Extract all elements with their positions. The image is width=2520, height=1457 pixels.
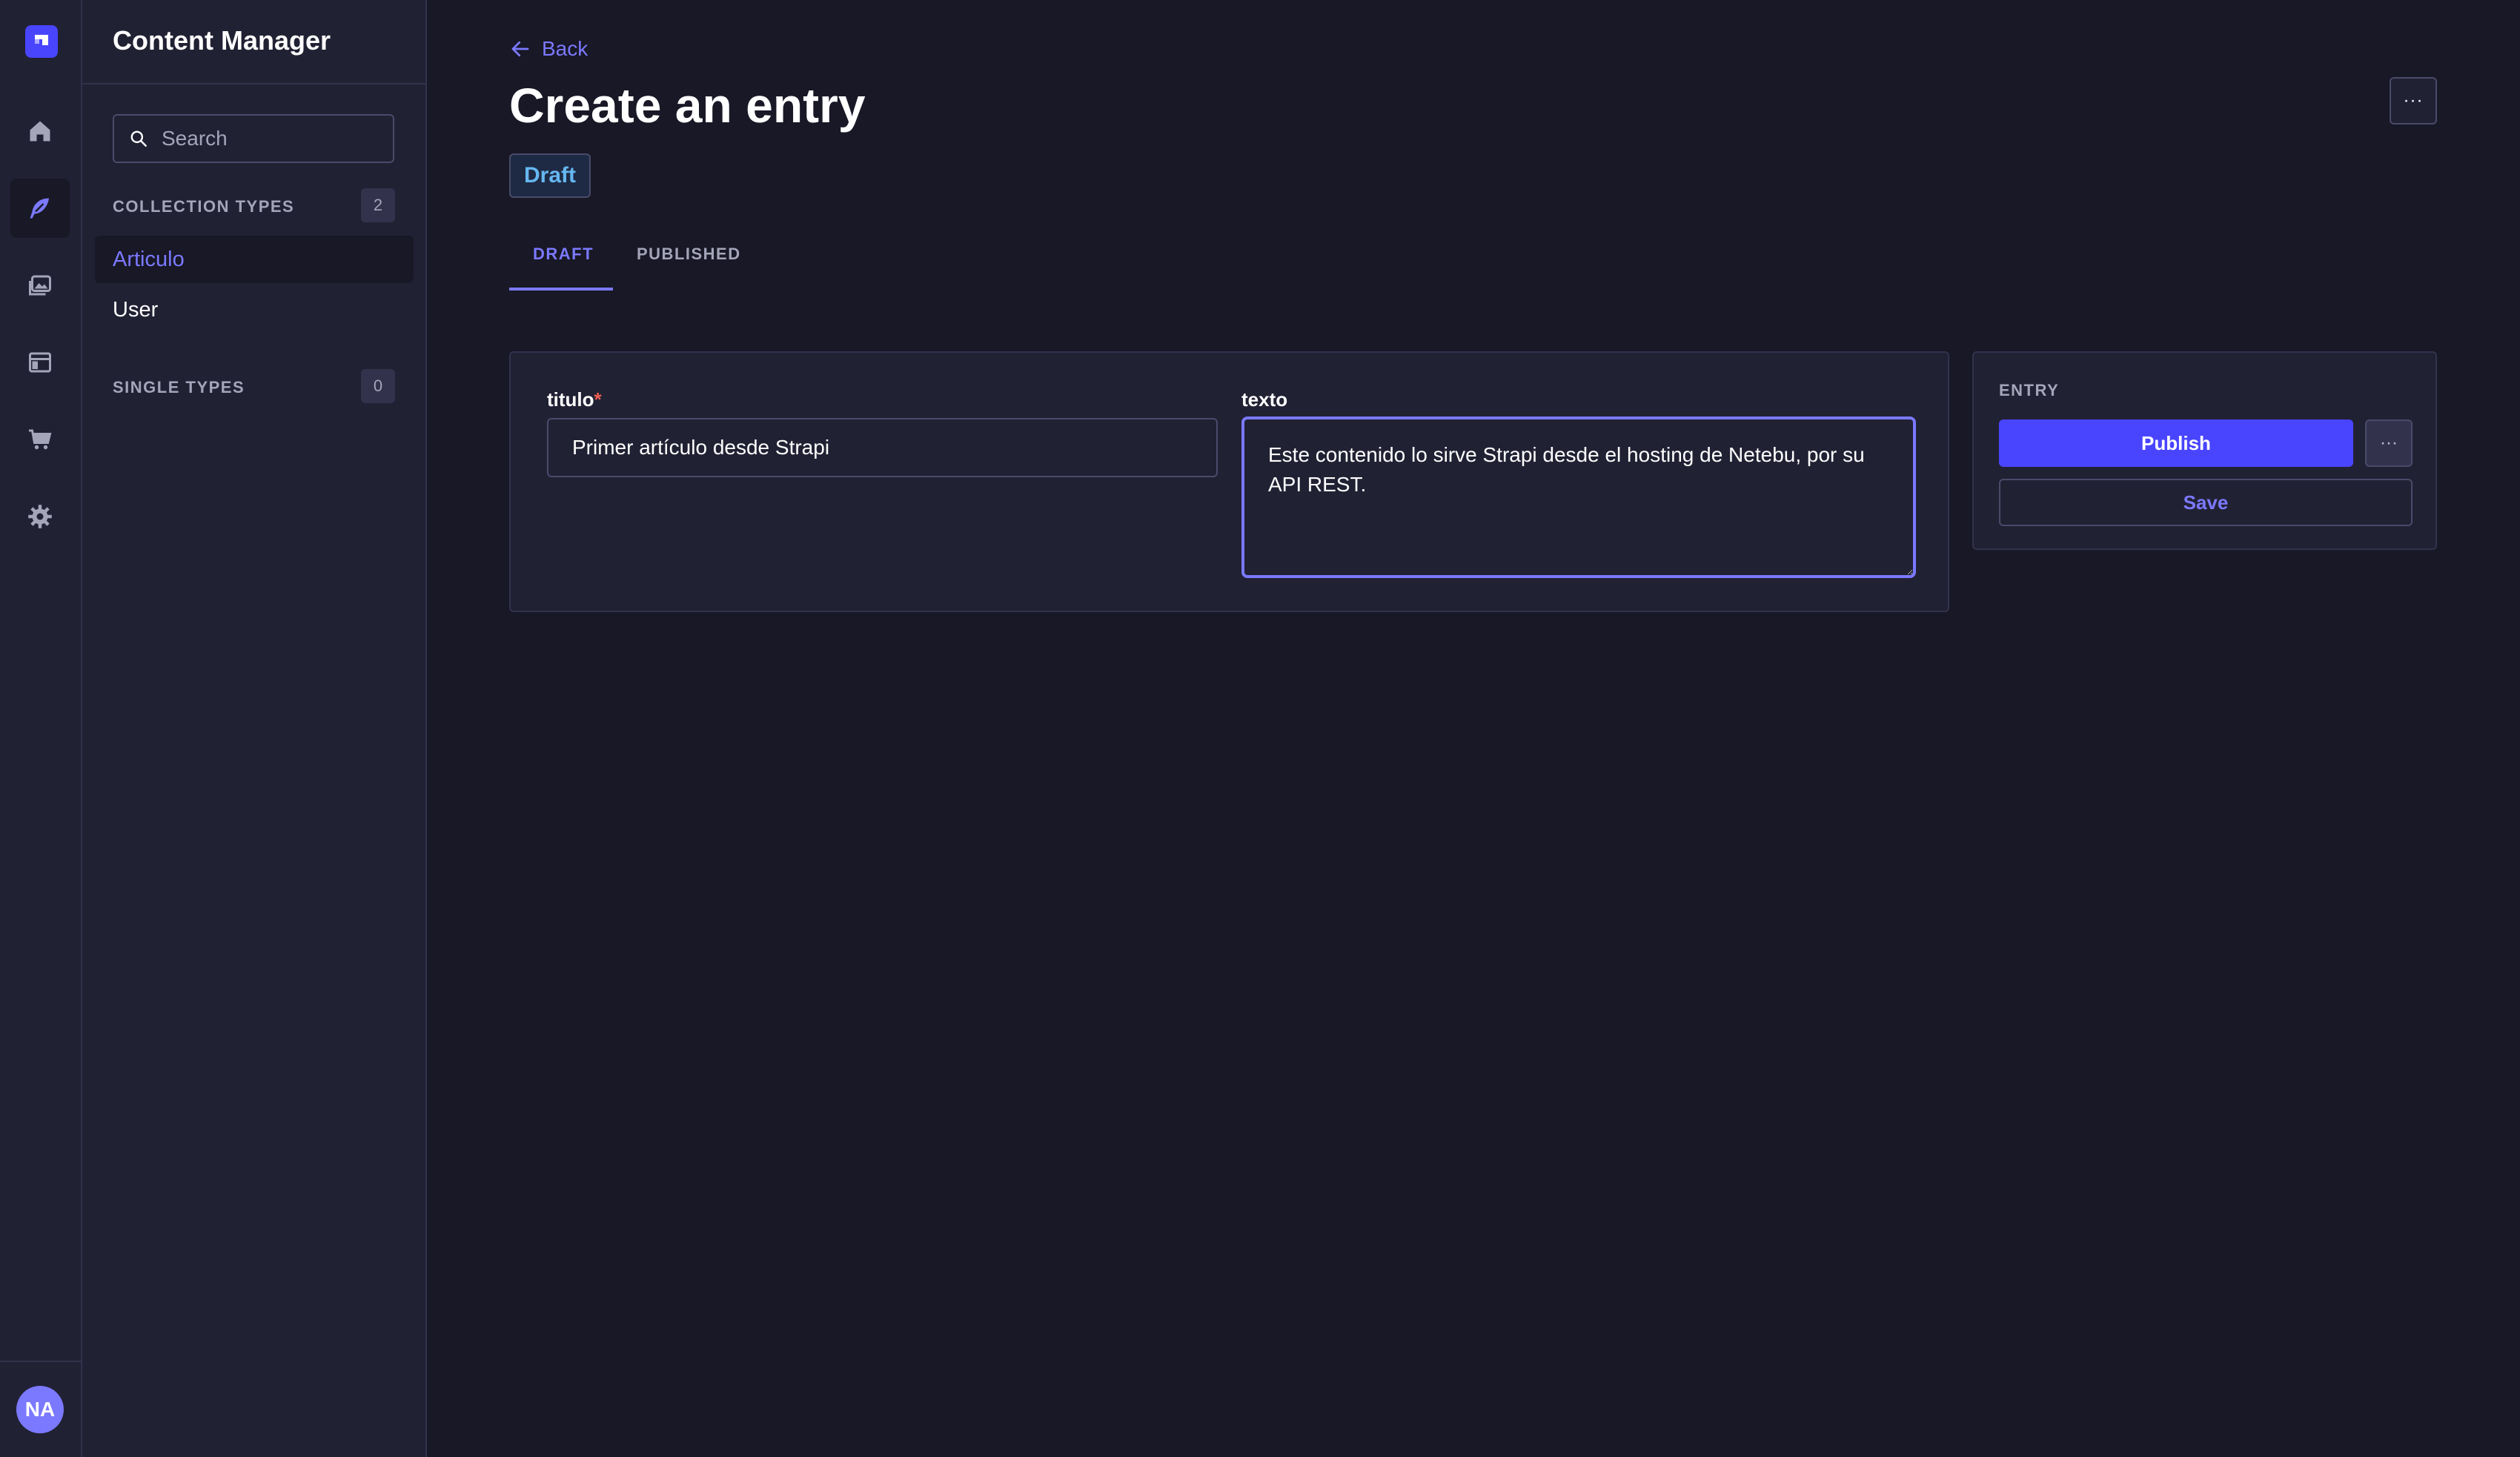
content-type-builder-icon xyxy=(29,352,51,373)
texto-field[interactable]: Este contenido lo sirve Strapi desde el … xyxy=(1241,416,1916,578)
titulo-field[interactable] xyxy=(547,418,1218,477)
nav-content-type-builder[interactable] xyxy=(10,333,70,392)
nav-content-manager[interactable] xyxy=(10,179,70,238)
nav-media-library[interactable] xyxy=(10,256,70,315)
search-icon xyxy=(130,130,147,147)
search-input[interactable] xyxy=(160,126,385,151)
media-library-icon xyxy=(29,275,51,296)
nav-home[interactable] xyxy=(10,102,70,161)
nav-settings[interactable] xyxy=(10,487,70,546)
titulo-label: titulo* xyxy=(547,388,602,411)
entry-heading: ENTRY xyxy=(1999,381,2060,399)
single-types-heading: SINGLE TYPES xyxy=(113,378,245,396)
single-types-count: 0 xyxy=(361,369,395,403)
more-actions-button[interactable]: ··· xyxy=(2390,77,2437,125)
collection-types-heading: COLLECTION TYPES xyxy=(113,197,295,216)
titulo-label-text: titulo xyxy=(547,388,594,411)
main-nav-rail: NA xyxy=(0,0,82,1457)
settings-icon xyxy=(28,505,52,528)
collection-types-count: 2 xyxy=(361,188,395,222)
content-manager-icon xyxy=(30,198,49,219)
sidebar-item-label: User xyxy=(113,297,159,322)
strapi-logo-icon xyxy=(35,35,48,45)
sidebar-item-user[interactable]: User xyxy=(95,286,414,333)
sidebar-item-label: Articulo xyxy=(113,247,185,271)
back-link[interactable]: Back xyxy=(509,37,588,61)
tab-published[interactable]: PUBLISHED xyxy=(637,245,741,264)
sidebar-title: Content Manager xyxy=(113,25,331,56)
sidebar-item-articulo[interactable]: Articulo xyxy=(95,236,414,283)
sidebar-divider xyxy=(82,83,425,84)
texto-label: texto xyxy=(1241,388,1288,411)
content-manager-sidebar: Content Manager COLLECTION TYPES 2 Artic… xyxy=(82,0,427,1457)
entry-more-button[interactable]: ··· xyxy=(2365,419,2413,467)
arrow-left-icon xyxy=(511,41,529,57)
page-title: Create an entry xyxy=(509,78,866,133)
nav-marketplace[interactable] xyxy=(10,410,70,469)
save-button[interactable]: Save xyxy=(1999,479,2413,526)
entry-panel: ENTRY Publish ··· Save xyxy=(1972,351,2437,550)
home-icon xyxy=(30,121,50,142)
active-tab-indicator xyxy=(509,288,613,291)
tab-draft[interactable]: DRAFT xyxy=(533,245,594,264)
publish-button[interactable]: Publish xyxy=(1999,419,2353,467)
cart-icon xyxy=(29,429,52,450)
user-avatar[interactable]: NA xyxy=(16,1386,64,1433)
required-mark: * xyxy=(594,388,602,411)
strapi-logo[interactable] xyxy=(25,25,58,58)
edit-form-card: titulo* texto Este contenido lo sirve St… xyxy=(509,351,1949,612)
status-badge: Draft xyxy=(509,153,591,198)
back-label: Back xyxy=(542,37,588,60)
rail-divider xyxy=(0,1361,82,1362)
search-box[interactable] xyxy=(113,114,394,163)
